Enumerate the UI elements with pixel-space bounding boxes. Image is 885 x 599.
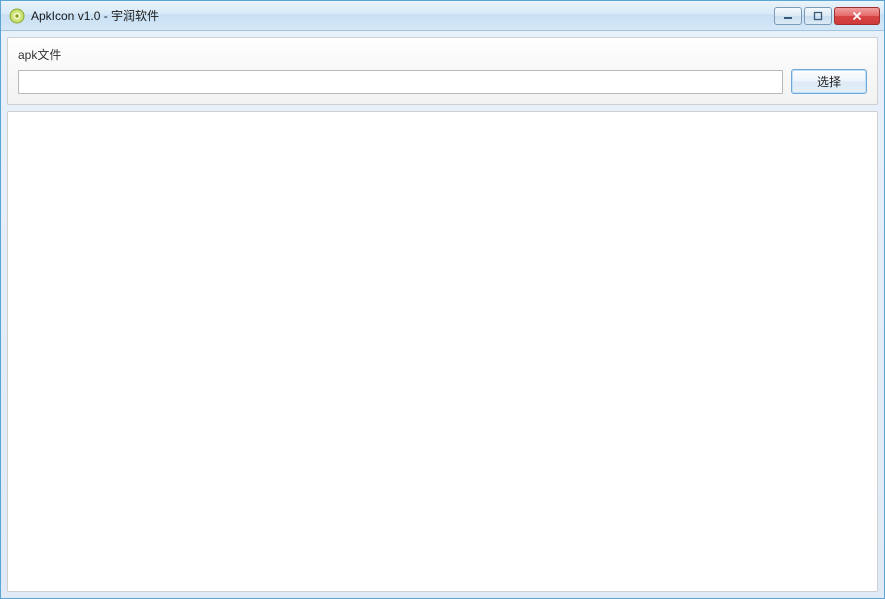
titlebar[interactable]: ApkIcon v1.0 - 宇润软件 xyxy=(1,1,884,31)
select-file-button[interactable]: 选择 xyxy=(791,69,867,94)
window-controls xyxy=(774,7,880,25)
client-area: apk文件 选择 xyxy=(1,31,884,598)
app-icon xyxy=(9,8,25,24)
app-window: ApkIcon v1.0 - 宇润软件 apk文件 xyxy=(0,0,885,599)
close-button[interactable] xyxy=(834,7,880,25)
apk-file-label: apk文件 xyxy=(18,46,867,63)
maximize-button[interactable] xyxy=(804,7,832,25)
apk-file-input[interactable] xyxy=(18,70,783,94)
minimize-button[interactable] xyxy=(774,7,802,25)
window-title: ApkIcon v1.0 - 宇润软件 xyxy=(31,7,774,24)
content-panel xyxy=(7,111,878,592)
file-selection-panel: apk文件 选择 xyxy=(7,37,878,105)
input-row: 选择 xyxy=(18,69,867,94)
